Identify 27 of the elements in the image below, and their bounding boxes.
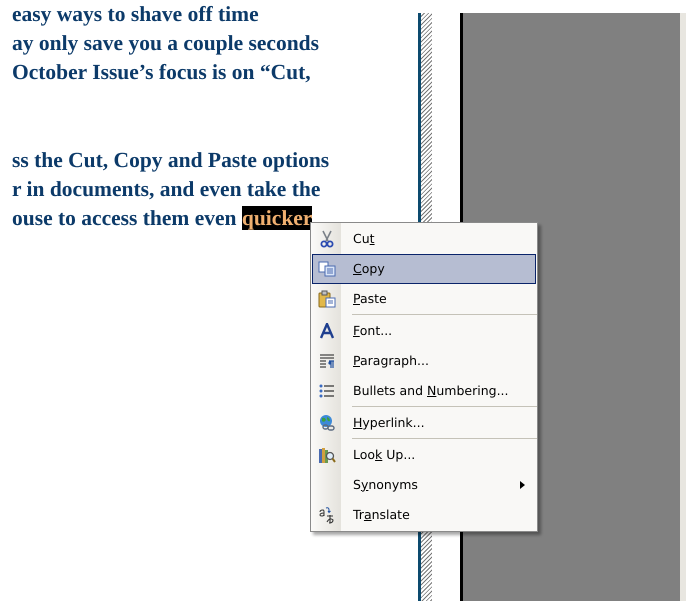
menu-item[interactable]: Translate [312, 500, 536, 530]
books-magnifier-icon [318, 446, 336, 464]
menu-item[interactable]: Bullets and Numbering... [312, 376, 536, 406]
clipboard-icon [318, 290, 336, 308]
text-line: r in documents, and even take the [12, 177, 320, 201]
globe-link-icon [318, 414, 336, 432]
paragraph-icon [319, 353, 335, 369]
copy-icon [318, 261, 336, 277]
text-line: ay only save you a couple seconds [12, 31, 320, 55]
menu-item[interactable]: Paste [312, 284, 536, 314]
text-line: October Issue’s focus is on “Cut, [12, 60, 311, 84]
menu-item[interactable]: Hyperlink... [312, 408, 536, 438]
text-line: ouse to access them even [12, 206, 237, 230]
menu-item[interactable]: Look Up... [312, 440, 536, 470]
menu-item[interactable]: Cut [312, 224, 536, 254]
bulleted-list-icon [319, 383, 335, 399]
menu-item[interactable]: Paragraph... [312, 346, 536, 376]
menu-item[interactable]: Synonyms [312, 470, 536, 500]
text-line: easy ways to shave off time [12, 2, 259, 26]
translate-icon [318, 506, 336, 524]
text-line: ss the Cut, Copy and Paste options [12, 148, 330, 172]
selected-word: quicker [242, 206, 312, 230]
menu-item[interactable]: Copy [312, 254, 536, 284]
menu-item[interactable]: Font... [312, 316, 536, 346]
submenu-arrow-icon [520, 481, 525, 490]
letter-icon [319, 323, 335, 339]
scissors-icon [319, 230, 335, 248]
